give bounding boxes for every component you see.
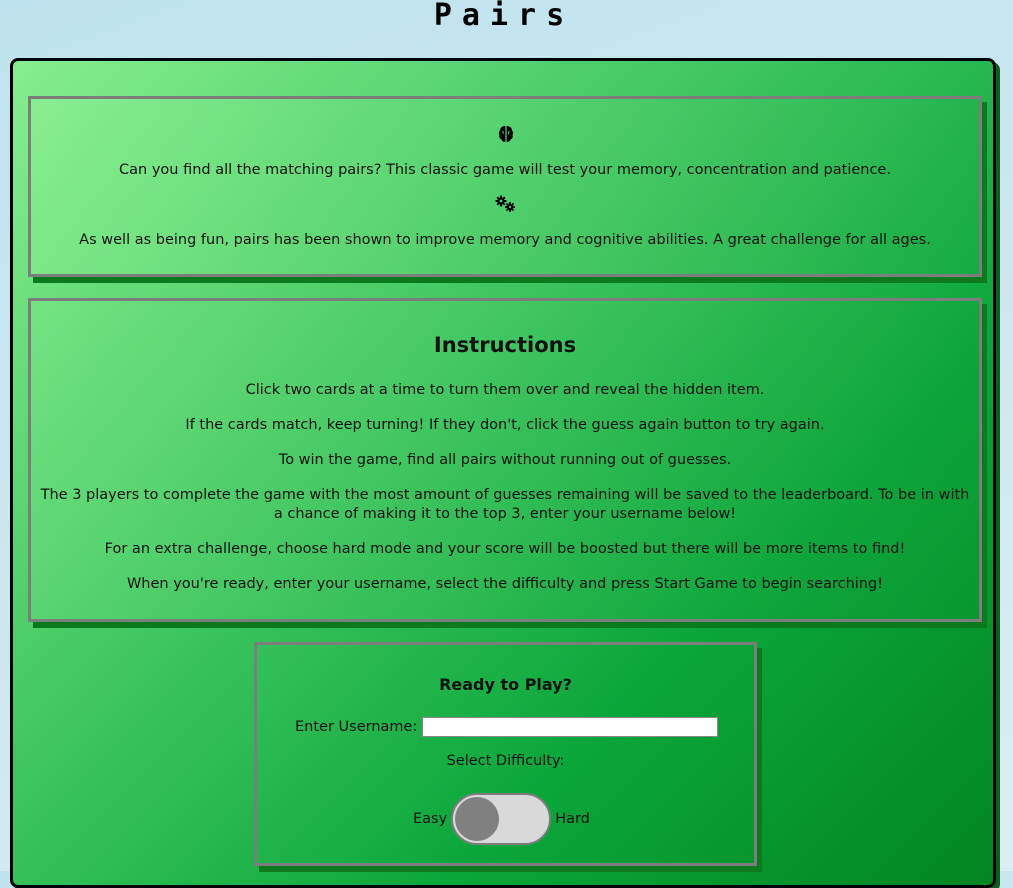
easy-label: Easy [413,811,448,827]
username-row: Enter Username: [295,715,719,739]
ready-to-play-box: Ready to Play? Enter Username: Select Di… [254,642,757,866]
instructions-title: Instructions [433,333,577,357]
username-label: Enter Username: [295,719,418,735]
instruction-line: If the cards match, keep turning! If the… [185,417,825,433]
instruction-line: For an extra challenge, choose hard mode… [104,541,906,557]
username-input[interactable] [422,717,719,737]
instruction-line: The 3 players to complete the game with … [40,487,970,522]
instruction-line: To win the game, find all pairs without … [278,452,732,468]
intro-text-benefits: As well as being fun, pairs has been sho… [79,232,931,248]
gears-icon [495,195,517,217]
hard-label: Hard [555,811,590,827]
difficulty-toggle-row: Easy Hard [413,791,590,847]
site-title: Pairs [433,0,575,33]
toggle-knob[interactable] [455,797,500,841]
main-panel: Can you find all the matching pairs? Thi… [10,58,996,888]
brain-icon [498,125,514,147]
intro-text-memory: Can you find all the matching pairs? Thi… [119,162,891,178]
instruction-line: When you're ready, enter your username, … [126,576,884,592]
intro-box: Can you find all the matching pairs? Thi… [28,96,982,277]
difficulty-toggle[interactable] [451,793,552,845]
instruction-line: Click two cards at a time to turn them o… [245,382,765,398]
ready-to-play-title: Ready to Play? [439,675,572,694]
instructions-box: Instructions Click two cards at a time t… [28,298,982,622]
difficulty-label: Select Difficulty: [446,753,565,769]
